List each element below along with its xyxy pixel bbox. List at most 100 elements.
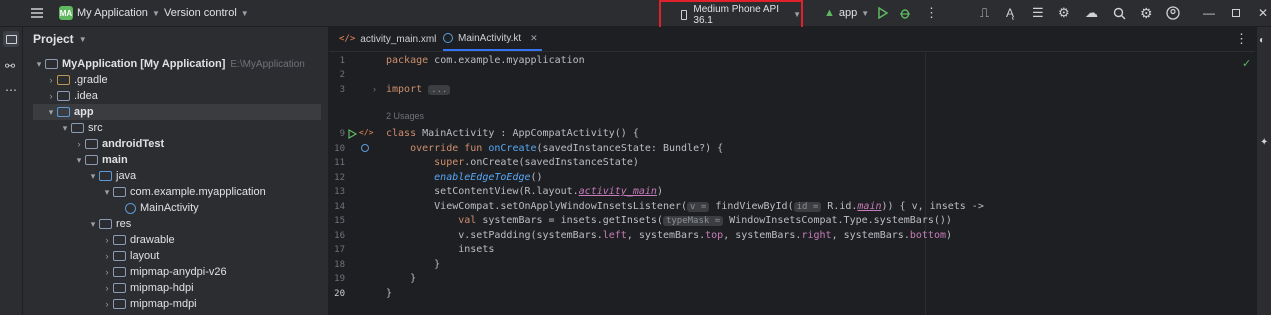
code-token: ) (945, 230, 953, 241)
usages-hint[interactable]: 2 Usages (386, 109, 424, 123)
fold-expand-icon[interactable]: › (373, 84, 376, 94)
code-token: class (386, 128, 417, 139)
chevron-down-icon: ▾ (62, 122, 68, 133)
tree-item-mipmap-mdpi[interactable]: › mipmap-mdpi (33, 296, 323, 312)
more-vertical-icon[interactable]: ⋮ (1235, 27, 1248, 51)
chevron-down-icon: ▼ (78, 34, 87, 44)
run-gutter-icon[interactable] (348, 128, 358, 142)
line-number: 12 (334, 173, 345, 183)
code-token: setContentView(R.layout. (386, 186, 579, 197)
tree-item-src[interactable]: ▾ src (33, 120, 323, 136)
tree-item-root[interactable]: ▾ MyApplication [My Application] E:\MyAp… (33, 56, 323, 72)
chevron-down-icon: ▾ (36, 58, 42, 69)
code-line-1: package com.example.myapplication (386, 54, 585, 68)
tree-item-label: .gradle (74, 74, 108, 86)
chevron-right-icon: › (105, 299, 109, 309)
tree-item-label: main (102, 154, 128, 166)
tree-item-app[interactable]: ▾ app (33, 104, 321, 120)
folder-icon (85, 139, 98, 149)
layout-gutter-icon[interactable]: </> (359, 128, 373, 137)
override-gutter-icon[interactable] (361, 144, 369, 152)
code-line-18: } (386, 258, 440, 272)
tree-item-label: app (74, 106, 94, 118)
version-control-menu[interactable]: Version control ▼ (164, 0, 249, 26)
param-hint: id = (793, 202, 822, 212)
chevron-down-icon: ▾ (90, 218, 96, 229)
chevron-down-icon: ▼ (793, 10, 801, 19)
hamburger-menu-icon[interactable] (30, 0, 44, 26)
run-icon[interactable] (877, 0, 888, 26)
device-manager-icon[interactable]: ☁ (1085, 0, 1098, 26)
debug-icon[interactable] (899, 0, 911, 26)
folder-icon (113, 251, 126, 261)
tab-activity-main-xml[interactable]: </> activity_main.xml (339, 27, 436, 51)
search-icon[interactable] (1113, 0, 1126, 26)
param-hint: v = (687, 202, 710, 212)
code-line-10: override fun onCreate(savedInstanceState… (386, 142, 723, 156)
tree-item-mipmap-hdpi[interactable]: › mipmap-hdpi (33, 280, 323, 296)
tree-item-drawable[interactable]: › drawable (33, 232, 323, 248)
tab-mainactivity-kt[interactable]: MainActivity.kt ✕ (443, 27, 542, 51)
module-folder-icon (57, 107, 70, 117)
tree-item-package[interactable]: ▾ com.example.myapplication (33, 184, 323, 200)
right-tool-strip: ◐ ✦ (1256, 27, 1271, 315)
minimize-icon[interactable]: — (1203, 0, 1215, 26)
tree-item-java[interactable]: ▾ java (33, 168, 323, 184)
editor-tabs: </> activity_main.xml MainActivity.kt ✕ … (329, 27, 1255, 52)
project-panel-header[interactable]: Project ▼ (33, 27, 87, 51)
no-problems-check-icon[interactable]: ✓ (1242, 57, 1251, 70)
code-line-3: import ... (386, 83, 451, 97)
folded-imports[interactable]: ... (428, 85, 451, 95)
chevron-down-icon: ▾ (48, 106, 54, 117)
device-selector[interactable]: Medium Phone API 36.1 ▼ (659, 0, 803, 29)
code-token: left (602, 230, 627, 241)
close-icon[interactable]: ✕ (1258, 0, 1268, 26)
code-token: super (386, 157, 465, 168)
chevron-right-icon: › (49, 75, 53, 85)
line-number: 18 (334, 260, 345, 270)
chevron-down-icon: ▾ (76, 154, 82, 165)
chevron-right-icon: › (105, 235, 109, 245)
translate-icon[interactable]: Ą (1006, 0, 1014, 26)
tree-item-label: mipmap-hdpi (130, 282, 194, 294)
maximize-icon[interactable] (1232, 0, 1240, 26)
code-token: } (386, 259, 441, 270)
tree-item-gradle[interactable]: › .gradle (33, 72, 323, 88)
project-tool-icon[interactable] (3, 31, 19, 47)
more-tools-icon[interactable]: ⋯ (5, 83, 17, 97)
project-selector[interactable]: MA My Application ▼ (59, 0, 160, 26)
layout-inspector-icon[interactable]: ⎍ (980, 0, 989, 26)
code-token: MainActivity : AppCompatActivity() { (416, 128, 639, 139)
tree-item-idea[interactable]: › .idea (33, 88, 323, 104)
notifications-icon[interactable]: ◐ (1259, 35, 1265, 46)
package-icon (113, 187, 126, 197)
line-number: 9 (339, 129, 345, 139)
tree-item-main[interactable]: ▾ main (33, 152, 323, 168)
code-token: v.setPadding(systemBars. (386, 230, 603, 241)
code-token: import (386, 84, 423, 95)
run-config-selector[interactable]: ▲ app ▼ (824, 0, 869, 26)
gemini-icon[interactable]: ✦ (1260, 137, 1268, 148)
chevron-right-icon: › (105, 283, 109, 293)
structure-tool-icon[interactable]: ⚯ (5, 59, 15, 73)
line-number: 19 (334, 274, 345, 284)
tree-item-androidtest[interactable]: › androidTest (33, 136, 323, 152)
code-content[interactable]: package com.example.myapplication import… (386, 53, 1256, 315)
more-vertical-icon[interactable]: ⋮ (925, 0, 938, 26)
tree-item-res[interactable]: ▾ res (33, 216, 323, 232)
tree-item-mipmap-anydpi[interactable]: › mipmap-anydpi-v26 (33, 264, 323, 280)
code-token: , systemBars. (626, 230, 706, 241)
folder-icon (113, 283, 126, 293)
tree-item-mainactivity[interactable]: MainActivity (33, 200, 323, 216)
code-token: package (386, 55, 429, 66)
line-gutter: 1 2 3 9 10 11 12 13 14 15 16 17 18 19 20… (329, 53, 379, 315)
account-icon[interactable] (1166, 0, 1180, 26)
tree-item-layout[interactable]: › layout (33, 248, 323, 264)
code-token: )) { v, insets -> (881, 201, 984, 212)
folder-icon (113, 299, 126, 309)
gear-sync-icon[interactable]: ⚙ (1058, 0, 1070, 26)
chevron-down-icon: ▼ (861, 8, 870, 18)
close-tab-icon[interactable]: ✕ (530, 33, 538, 44)
logcat-icon[interactable]: ☰ (1032, 0, 1044, 26)
settings-icon[interactable]: ⚙ (1140, 0, 1153, 26)
